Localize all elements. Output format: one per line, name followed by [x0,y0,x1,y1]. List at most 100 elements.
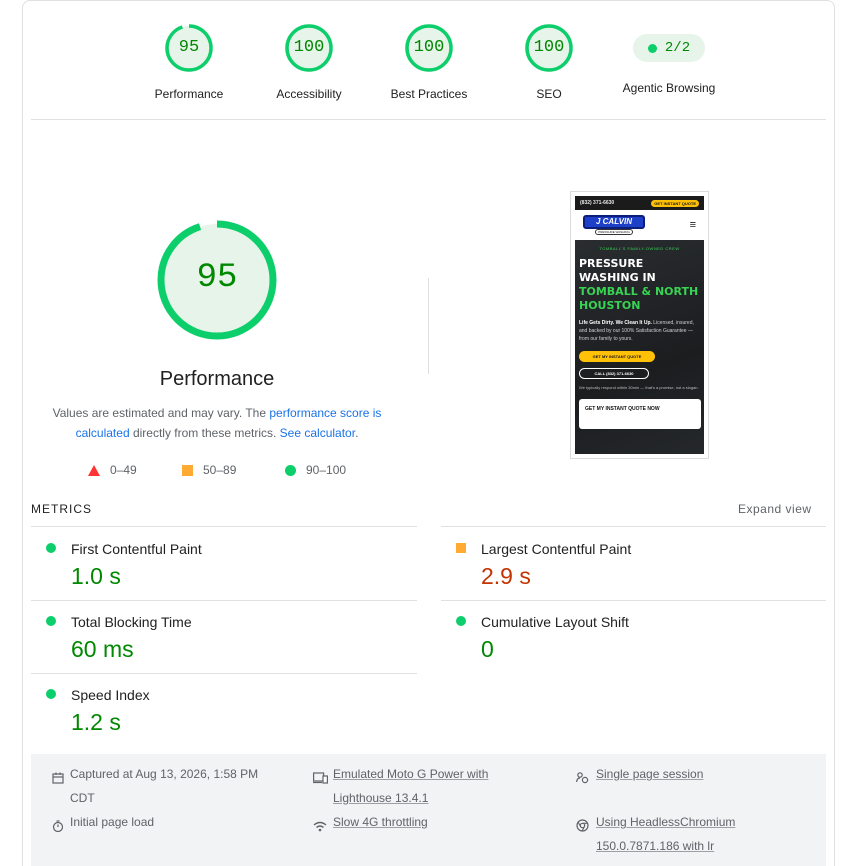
legend-label: 50–89 [203,463,237,477]
thumb-headline-green: HOUSTON [579,299,641,312]
thumb-paragraph: Life Gets Dirty. We Clean It Up. License… [579,319,700,343]
timer-icon [52,810,70,840]
average-square-icon [456,543,466,553]
metric-value: 1.0 s [71,563,121,589]
metric-name: Total Blocking Time [71,614,192,630]
metric-si: Speed Index 1.2 s [31,673,401,745]
metric-value: 1.2 s [71,709,121,735]
agentic-pill: 2/2 [633,34,705,62]
gauge-score: 100 [293,38,325,57]
thumb-logo: J CALVIN PRESSURE WASHING [583,215,645,235]
signal-icon [313,810,333,840]
browser-info: Using HeadlessChromium 150.0.7871.186 wi… [576,810,761,858]
performance-gauge: 95 [156,219,278,341]
gauge-agentic-browsing[interactable]: 2/2 Agentic Browsing [609,24,729,95]
gauge-label: Performance [154,87,224,101]
thumb-logo-sub: PRESSURE WASHING [595,229,633,235]
runtime-settings: Captured at Aug 13, 2026, 1:58 PM CDT In… [31,754,826,866]
agentic-value: 2/2 [664,40,691,56]
legend-label: 0–49 [110,463,137,477]
metric-value: 60 ms [71,636,134,662]
gauge-score: 100 [413,38,445,57]
thumb-quote-button: GET MY INSTANT QUOTE [579,351,655,362]
thumb-topbar: (832) 371-6630 GET INSTANT QUOTE [575,196,704,210]
pass-circle-icon [46,616,56,626]
devices-icon [313,762,333,810]
divider [31,119,826,120]
desc-text: . [355,426,359,440]
thumb-logo-text: J CALVIN [583,215,645,229]
gauge-performance[interactable]: 95 Performance [129,24,249,101]
performance-score: 95 [196,259,238,297]
calendar-icon [52,762,70,810]
gauge-accessibility[interactable]: 100 Accessibility [249,24,369,101]
session-info: Single page session [576,762,796,792]
thumb-eyebrow: TOMBALL'S FAMILY-OWNED CREW [599,246,680,251]
metric-value: 2.9 s [481,563,531,589]
emulation-link[interactable]: Emulated Moto G Power with Lighthouse 13… [333,762,513,810]
pass-circle-icon [456,616,466,626]
metric-name: First Contentful Paint [71,541,202,557]
thumb-hero: TOMBALL'S FAMILY-OWNED CREW PRESSURE WAS… [575,240,704,454]
circle-icon [285,464,296,476]
metric-value: 0 [481,636,494,662]
metric-name: Cumulative Layout Shift [481,614,629,630]
thumb-call-button: CALL (832) 371-6630 [579,368,649,379]
triangle-icon [88,464,100,476]
final-screenshot[interactable]: (832) 371-6630 GET INSTANT QUOTE J CALVI… [570,191,709,459]
emulation-info: Emulated Moto G Power with Lighthouse 13… [313,762,513,810]
metric-cls: Cumulative Layout Shift 0 [441,600,811,672]
thumb-phone: (832) 371-6630 [580,200,615,206]
pass-circle-icon [46,689,56,699]
throttling-link[interactable]: Slow 4G throttling [333,810,513,840]
expand-view-button[interactable]: Expand view [738,502,812,516]
people-icon [576,762,596,792]
thumb-headline: PRESSURE WASHING IN [579,257,656,284]
thumb-para-bold: Life Gets Dirty. We Clean It Up. [579,320,652,326]
performance-title: Performance [159,368,275,390]
gauge-score: 100 [533,38,565,57]
gauge-label: Accessibility [276,87,342,101]
captured-info: Captured at Aug 13, 2026, 1:58 PM CDT [52,762,275,810]
desc-text: Values are estimated and may vary. The [52,406,270,420]
browser-link[interactable]: Using HeadlessChromium 150.0.7871.186 wi… [596,810,761,858]
desc-text: directly from these metrics. [129,426,280,440]
gauge-ring: 100 [525,24,573,72]
metric-name: Speed Index [71,687,150,703]
throttling-info: Slow 4G throttling [313,810,513,840]
thumb-headline-green: TOMBALL & NORTH [579,285,699,298]
performance-description: Values are estimated and may vary. The p… [38,403,396,443]
metric-lcp: Largest Contentful Paint 2.9 s [441,527,811,599]
legend-label: 90–100 [306,463,347,477]
hamburger-menu-icon: ≡ [689,219,696,231]
metrics-heading: METRICS [31,502,92,516]
captured-text: Captured at Aug 13, 2026, 1:58 PM CDT [70,767,259,805]
square-icon [182,464,193,476]
thumb-nav: J CALVIN PRESSURE WASHING ≡ [575,210,704,240]
gauge-ring: 95 [165,24,213,72]
thumb-note: We typically respond within 30min — that… [579,385,699,390]
gauge-label: SEO [536,87,562,101]
vertical-separator [428,278,429,374]
chrome-icon [576,810,596,858]
metric-tbt: Total Blocking Time 60 ms [31,600,401,672]
category-gauges: 95 Performance 100 Accessibility 100 Bes… [0,0,853,110]
session-link[interactable]: Single page session [596,762,796,792]
gauge-ring: 100 [285,24,333,72]
metric-fcp: First Contentful Paint 1.0 s [31,527,401,599]
gauge-label: Best Practices [390,87,468,101]
pass-circle-icon [46,543,56,553]
pass-dot-icon [647,43,657,53]
metric-name: Largest Contentful Paint [481,541,632,557]
legend-average: 50–89 [182,463,236,477]
gauge-ring: 100 [405,24,453,72]
load-info: Initial page load [52,810,280,840]
gauge-seo[interactable]: 100 SEO [489,24,609,101]
gauge-label: Agentic Browsing [622,81,716,95]
gauge-best-practices[interactable]: 100 Best Practices [369,24,489,101]
gauge-score: 95 [178,38,200,57]
see-calculator-link[interactable]: See calculator [280,426,355,440]
thumb-card: GET MY INSTANT QUOTE NOW [579,399,701,429]
thumb-top-button: GET INSTANT QUOTE [651,199,699,207]
load-text: Initial page load [70,815,155,829]
